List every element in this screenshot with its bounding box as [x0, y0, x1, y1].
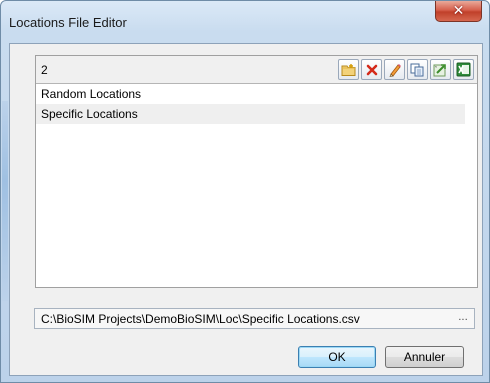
close-icon: ✕ — [452, 3, 465, 19]
ok-button[interactable]: OK — [298, 346, 376, 368]
close-button[interactable]: ✕ — [435, 1, 482, 22]
new-folder-icon — [341, 64, 356, 76]
svg-text:ᴺ: ᴺ — [435, 65, 437, 70]
locations-list: Random Locations Specific Locations — [36, 84, 477, 124]
copy-icon — [410, 63, 424, 76]
list-header: 2 ᴺ — [36, 56, 477, 84]
list-item-label: Random Locations — [41, 87, 142, 101]
delete-button[interactable] — [361, 59, 382, 80]
list-toolbar: ᴺ — [338, 59, 474, 80]
delete-icon — [366, 64, 377, 75]
add-button[interactable] — [338, 59, 359, 80]
edit-pencil-icon — [389, 63, 401, 77]
list-item[interactable]: Random Locations — [36, 84, 465, 104]
browse-button[interactable]: ... — [454, 311, 472, 326]
window-frame-accent — [2, 101, 8, 301]
file-path-value: C:\BioSIM Projects\DemoBioSIM\Loc\Specif… — [41, 312, 360, 326]
title-bar[interactable]: Locations File Editor ✕ — [1, 1, 489, 43]
dialog-client-area: 2 ᴺ Random Locations Specific Locations … — [9, 43, 483, 376]
list-item-selected[interactable]: Specific Locations — [36, 104, 465, 124]
file-path-field[interactable]: C:\BioSIM Projects\DemoBioSIM\Loc\Specif… — [34, 308, 475, 329]
excel-export-button[interactable] — [453, 59, 474, 80]
item-count: 2 — [41, 63, 48, 77]
dialog-window: Locations File Editor ✕ 2 ᴺ Random Locat… — [0, 0, 490, 383]
locations-list-panel: 2 ᴺ Random Locations Specific Locations — [35, 55, 478, 288]
import-button[interactable]: ᴺ — [430, 59, 451, 80]
excel-icon — [456, 62, 471, 77]
edit-button[interactable] — [384, 59, 405, 80]
cancel-button[interactable]: Annuler — [385, 346, 464, 368]
list-item-label: Specific Locations — [41, 107, 138, 121]
window-title: Locations File Editor — [9, 15, 127, 30]
copy-button[interactable] — [407, 59, 428, 80]
import-icon: ᴺ — [433, 64, 446, 77]
